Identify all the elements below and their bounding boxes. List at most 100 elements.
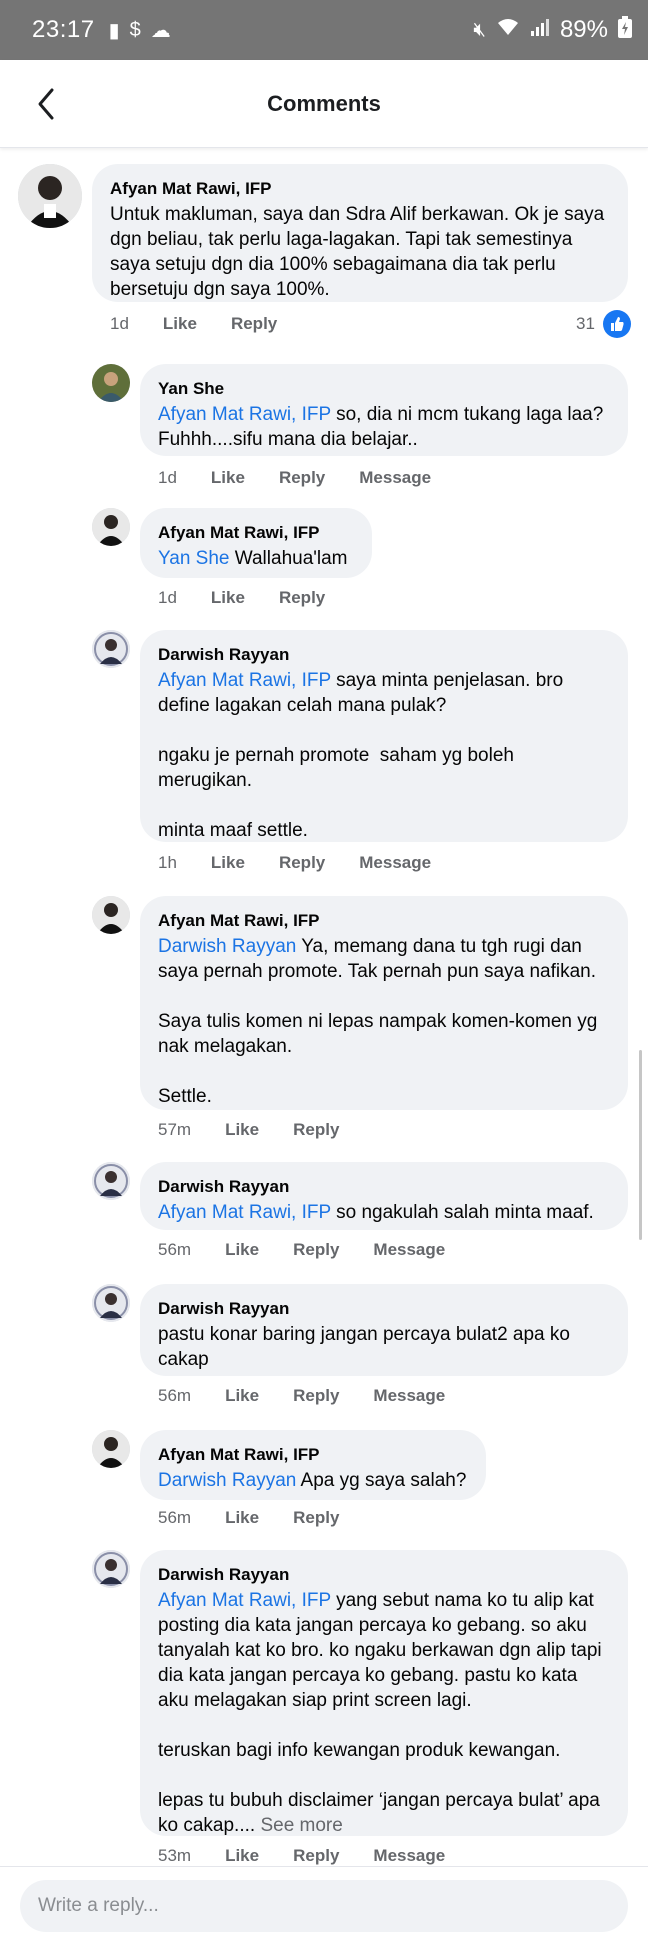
like-button[interactable]: Like [225,1240,259,1260]
comment-author[interactable]: Afyan Mat Rawi, IFP [158,1442,468,1468]
comment-author[interactable]: Darwish Rayyan [158,1296,610,1322]
like-button[interactable]: Like [225,1120,259,1140]
comment-time: 1d [158,588,177,607]
comment-author[interactable]: Afyan Mat Rawi, IFP [110,176,610,202]
comment-time: 57m [158,1120,192,1139]
comment-actions: 57m Like Reply [158,1120,373,1140]
mention-link[interactable]: Afyan Mat Rawi, IFP [158,404,331,425]
mention-link[interactable]: Afyan Mat Rawi, IFP [158,1202,331,1223]
comment-time: 1d [158,468,177,487]
reply-button[interactable]: Reply [293,1386,339,1406]
comment-body: yang sebut nama ko tu alip kat posting d… [158,1590,602,1836]
comment-author[interactable]: Darwish Rayyan [158,1174,610,1200]
comment-bubble[interactable]: Darwish Rayyan pastu konar baring jangan… [140,1284,628,1376]
comment-author[interactable]: Darwish Rayyan [158,1562,610,1588]
comment-author[interactable]: Afyan Mat Rawi, IFP [158,520,354,546]
status-bar: 23:17 ▮ $ ☁ 🔇︎ 89% [0,0,648,60]
message-button[interactable]: Message [373,1240,445,1260]
comment-body: Wallahua'lam [229,548,348,569]
comments-header: Comments [0,60,648,148]
comment-bubble[interactable]: Darwish Rayyan Afyan Mat Rawi, IFP so ng… [140,1162,628,1230]
comment-body: Apa yg saya salah? [296,1470,467,1491]
avatar[interactable] [18,164,82,228]
comment-actions: 1h Like Reply Message [158,853,465,873]
reply-button[interactable]: Reply [293,1120,339,1140]
message-button[interactable]: Message [373,1386,445,1406]
comment-time: 56m [158,1386,192,1405]
mention-link[interactable]: Yan She [158,548,229,569]
avatar[interactable] [92,630,130,668]
comment-actions: 56m Like Reply [158,1508,373,1528]
comment-text: Afyan Mat Rawi, IFP yang sebut nama ko t… [158,1588,610,1838]
avatar[interactable] [92,1430,130,1468]
comment-bubble[interactable]: Darwish Rayyan Afyan Mat Rawi, IFP saya … [140,630,628,842]
comment-author[interactable]: Yan She [158,376,610,402]
message-button[interactable]: Message [359,468,431,488]
comment-bubble[interactable]: Afyan Mat Rawi, IFP Darwish Rayyan Apa y… [140,1430,486,1500]
comment-actions: 1d Like Reply [158,588,359,608]
reply-button[interactable]: Reply [293,1240,339,1260]
reply-input[interactable] [20,1880,628,1932]
comment-bubble[interactable]: Afyan Mat Rawi, IFP Yan She Wallahua'lam [140,508,372,578]
comment-time: 53m [158,1846,192,1865]
mention-link[interactable]: Darwish Rayyan [158,1470,296,1491]
reply-button[interactable]: Reply [279,468,325,488]
reply-button[interactable]: Reply [279,853,325,873]
like-button[interactable]: Like [225,1386,259,1406]
comment-bubble[interactable]: Darwish Rayyan Afyan Mat Rawi, IFP yang … [140,1550,628,1836]
like-count-value: 31 [576,314,595,333]
comment-author[interactable]: Darwish Rayyan [158,642,610,668]
comment-bubble[interactable]: Afyan Mat Rawi, IFP Darwish Rayyan Ya, m… [140,896,628,1110]
comment-bubble[interactable]: Afyan Mat Rawi, IFP Untuk makluman, saya… [92,164,628,302]
wifi-icon [496,17,520,43]
comment-actions: 1d Like Reply Message [158,468,465,488]
message-button[interactable]: Message [359,853,431,873]
comment-actions: 53m Like Reply Message [158,1846,479,1866]
scrollbar[interactable] [639,1050,642,1240]
comment-body: so ngakulah salah minta maaf. [330,1202,594,1223]
comment-text: Yan She Wallahua'lam [158,546,354,571]
reply-bar [0,1866,648,1938]
comment-actions: 1d Like Reply [110,314,311,334]
comment-text: Afyan Mat Rawi, IFP so ngakulah salah mi… [158,1200,610,1225]
avatar[interactable] [92,1550,130,1588]
like-button[interactable]: Like [211,588,245,608]
thumbs-up-icon [602,310,631,338]
avatar[interactable] [92,896,130,934]
comment-body: Ya, memang dana tu tgh rugi dan saya per… [158,936,598,1107]
comment-text: Afyan Mat Rawi, IFP so, dia ni mcm tukan… [158,402,610,452]
message-button[interactable]: Message [373,1846,445,1866]
like-button[interactable]: Like [163,314,197,334]
comment-time: 56m [158,1508,192,1527]
reply-button[interactable]: Reply [279,588,325,608]
reply-button[interactable]: Reply [293,1846,339,1866]
page-title: Comments [267,90,381,116]
avatar[interactable] [92,508,130,546]
comment-actions: 56m Like Reply Message [158,1240,479,1260]
comment-time: 1d [110,314,129,333]
like-button[interactable]: Like [225,1508,259,1528]
comment-bubble[interactable]: Yan She Afyan Mat Rawi, IFP so, dia ni m… [140,364,628,456]
comment-actions: 56m Like Reply Message [158,1386,479,1406]
sd-card-icon: ▮ [108,19,120,42]
avatar[interactable] [92,364,130,402]
like-button[interactable]: Like [211,853,245,873]
comment-text: Untuk makluman, saya dan Sdra Alif berka… [110,204,610,300]
reply-button[interactable]: Reply [231,314,277,334]
reaction-count[interactable]: 31 [576,310,631,338]
mention-link[interactable]: Darwish Rayyan [158,936,296,957]
mention-link[interactable]: Afyan Mat Rawi, IFP [158,670,331,691]
avatar[interactable] [92,1284,130,1322]
comment-text: pastu konar baring jangan percaya bulat2… [158,1324,576,1370]
avatar[interactable] [92,1162,130,1200]
comment-text: Darwish Rayyan Ya, memang dana tu tgh ru… [158,934,610,1109]
comment-author[interactable]: Afyan Mat Rawi, IFP [158,908,610,934]
like-button[interactable]: Like [225,1846,259,1866]
reply-button[interactable]: Reply [293,1508,339,1528]
back-arrow-icon[interactable] [30,84,64,124]
see-more-link[interactable]: See more [260,1815,342,1836]
dollar-icon: $ [129,18,141,41]
mention-link[interactable]: Afyan Mat Rawi, IFP [158,1590,331,1611]
comment-text: Afyan Mat Rawi, IFP saya minta penjelasa… [158,668,610,843]
like-button[interactable]: Like [211,468,245,488]
